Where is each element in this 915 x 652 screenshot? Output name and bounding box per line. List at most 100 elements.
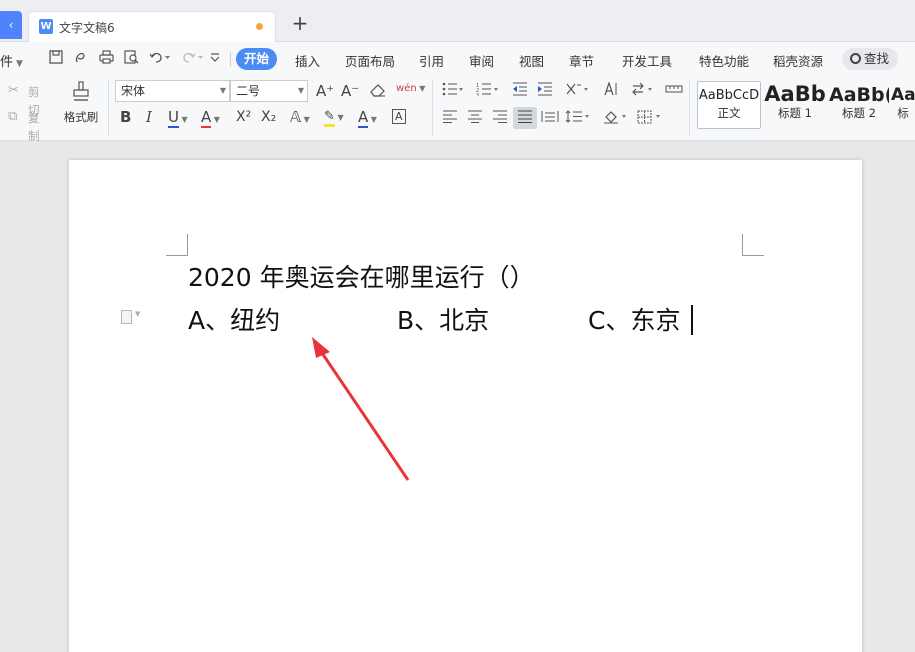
question-text[interactable]: 2020 年奥运会在哪里运行（） (188, 258, 535, 294)
cut-button[interactable]: ✂ 剪切 (8, 82, 40, 117)
italic-button[interactable]: I (146, 108, 152, 126)
show-hide-marks-button[interactable] (665, 82, 683, 102)
ribbon-toolbar: ✂ 剪切 ⧉ 复制 格式刷 宋体 ▼ 二号 ▼ A⁺ A⁻ wén ▼ B I U … (0, 76, 915, 143)
justify-icon (518, 110, 532, 123)
tab-docer-resources[interactable]: 稻壳资源 (773, 51, 823, 70)
style-name: 标 (897, 106, 909, 120)
option-a-text[interactable]: A、纽约 (188, 301, 280, 337)
customize-quick-access-icon[interactable] (208, 50, 222, 68)
highlight-button[interactable]: ✎ ▼ (324, 108, 344, 127)
style-preview: AaBb (764, 82, 826, 106)
style-heading-2[interactable]: AaBb( 标题 2 (829, 81, 889, 129)
style-preview: AaBbCcD (698, 88, 760, 103)
new-tab-button[interactable]: + (289, 11, 311, 35)
style-normal[interactable]: AaBbCcD 正文 (697, 81, 761, 129)
tab-bar: ‹ W 文字文稿6 + (0, 0, 915, 42)
phonetic-label: wén (396, 83, 417, 94)
tab-chapter[interactable]: 章节 (569, 51, 594, 70)
chinese-layout-button[interactable] (565, 82, 591, 102)
file-menu[interactable]: 件 ▼ (0, 51, 23, 70)
unsaved-dot-icon[interactable] (256, 23, 263, 30)
font-name-select[interactable]: 宋体 ▼ (115, 80, 230, 102)
chevron-down-icon: ▼ (334, 113, 344, 122)
increase-indent-button[interactable] (537, 82, 553, 102)
align-center-button[interactable] (467, 110, 483, 129)
clear-formatting-button[interactable] (369, 82, 386, 103)
undo-icon[interactable] (148, 50, 172, 68)
text-effects-button[interactable]: 𝔸 ▼ (290, 108, 310, 129)
style-name: 标题 1 (778, 106, 812, 120)
justify-button[interactable] (513, 107, 537, 129)
tab-insert[interactable]: 插入 (295, 51, 320, 70)
chevron-down-icon: ▼ (16, 59, 23, 69)
style-name: 正文 (717, 106, 741, 120)
tab-page-layout[interactable]: 页面布局 (345, 51, 395, 70)
tab-review[interactable]: 审阅 (469, 51, 494, 70)
chevron-down-icon: ▼ (178, 115, 188, 124)
align-right-button[interactable] (492, 110, 508, 129)
output-pdf-icon[interactable] (73, 50, 89, 68)
tab-developer-tools[interactable]: 开发工具 (622, 51, 672, 70)
font-color-button[interactable]: A ▼ (358, 108, 377, 129)
align-left-button[interactable] (442, 110, 458, 129)
home-tab[interactable]: ‹ (0, 11, 22, 39)
superscript-button[interactable]: X² (236, 108, 251, 126)
distributed-align-button[interactable] (541, 110, 559, 129)
save-icon[interactable] (48, 50, 64, 68)
subscript-button[interactable]: X₂ (261, 108, 276, 126)
document-tab[interactable]: W 文字文稿6 (28, 11, 276, 42)
align-center-icon (468, 110, 482, 123)
numbering-button[interactable]: 123 (476, 82, 500, 102)
sort-button[interactable] (631, 82, 655, 102)
borders-button[interactable] (637, 110, 663, 130)
character-border-button[interactable]: A (392, 108, 406, 126)
option-c-text[interactable]: C、东京 (588, 301, 680, 337)
borders-icon (637, 110, 660, 124)
search-icon (850, 53, 861, 64)
style-heading-1[interactable]: AaBb 标题 1 (763, 81, 827, 129)
font-size-value: 二号 (236, 84, 261, 98)
bullets-button[interactable] (442, 82, 464, 102)
divider (230, 52, 231, 67)
document-tab-title: 文字文稿6 (59, 21, 115, 35)
font-size-select[interactable]: 二号 ▼ (230, 80, 308, 102)
document-canvas[interactable]: ▼ 2020 年奥运会在哪里运行（） A、纽约 B、北京 C、东京 (0, 141, 915, 652)
ruler-icon (665, 85, 683, 93)
shrink-font-button[interactable]: A⁻ (341, 82, 359, 100)
strikethrough-button[interactable]: A ▼ (201, 108, 220, 129)
text-direction-button[interactable] (603, 81, 619, 102)
divider (689, 80, 690, 136)
shading-button[interactable] (603, 110, 629, 130)
document-page[interactable]: ▼ 2020 年奥运会在哪里运行（） A、纽约 B、北京 C、东京 (69, 160, 862, 652)
print-preview-icon[interactable] (123, 50, 139, 68)
tab-home[interactable]: 开始 (236, 48, 278, 70)
style-name: 标题 2 (842, 106, 876, 120)
chevron-down-icon: ▼ (211, 115, 220, 124)
text-effects-icon: 𝔸 (290, 108, 302, 126)
underline-button[interactable]: U ▼ (168, 108, 188, 129)
chevron-down-icon: ▼ (416, 84, 426, 93)
redo-icon[interactable] (181, 50, 205, 68)
font-name-value: 宋体 (121, 84, 146, 98)
tab-view[interactable]: 视图 (519, 51, 544, 70)
font-color-icon: A (358, 108, 369, 128)
tab-references[interactable]: 引用 (419, 51, 444, 70)
search-button[interactable]: 查找 (842, 48, 898, 70)
bold-button[interactable]: B (120, 108, 131, 126)
paintbrush-icon (73, 81, 89, 101)
style-heading-3[interactable]: Aa 标 (891, 81, 915, 129)
copy-button[interactable]: ⧉ 复制 (8, 108, 40, 143)
format-painter-button[interactable]: 格式刷 (62, 80, 100, 126)
paragraph-layout-icon[interactable] (121, 310, 132, 324)
line-spacing-button[interactable] (565, 110, 591, 129)
margin-marker-top-left (166, 234, 188, 256)
tab-special-features[interactable]: 特色功能 (699, 51, 749, 70)
align-right-icon (493, 110, 507, 123)
file-menu-label: 件 (0, 55, 14, 70)
option-b-text[interactable]: B、北京 (397, 301, 489, 337)
phonetic-guide-button[interactable]: wén ▼ (396, 80, 425, 98)
format-painter-label: 格式刷 (63, 110, 99, 124)
grow-font-button[interactable]: A⁺ (316, 82, 334, 100)
print-icon[interactable] (98, 50, 114, 68)
decrease-indent-button[interactable] (512, 82, 528, 102)
